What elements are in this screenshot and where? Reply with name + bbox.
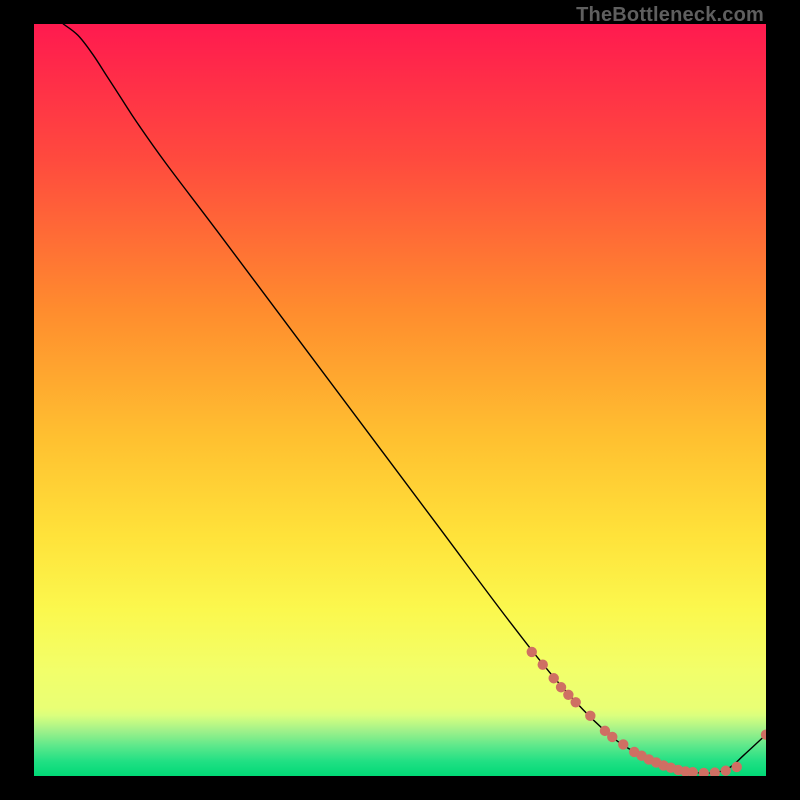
chart-stage: TheBottleneck.com — [0, 0, 800, 800]
watermark-text: TheBottleneck.com — [576, 4, 764, 27]
plot-area — [34, 24, 766, 776]
data-point — [732, 762, 742, 772]
data-point — [585, 711, 595, 721]
data-point — [556, 682, 566, 692]
data-point — [607, 732, 617, 742]
data-point — [563, 690, 573, 700]
data-point — [538, 660, 548, 670]
data-point — [721, 766, 731, 776]
data-point — [549, 673, 559, 683]
data-point — [527, 647, 537, 657]
data-point — [570, 697, 580, 707]
chart-svg — [34, 24, 766, 776]
gradient-background — [34, 24, 766, 776]
data-point — [618, 739, 628, 749]
